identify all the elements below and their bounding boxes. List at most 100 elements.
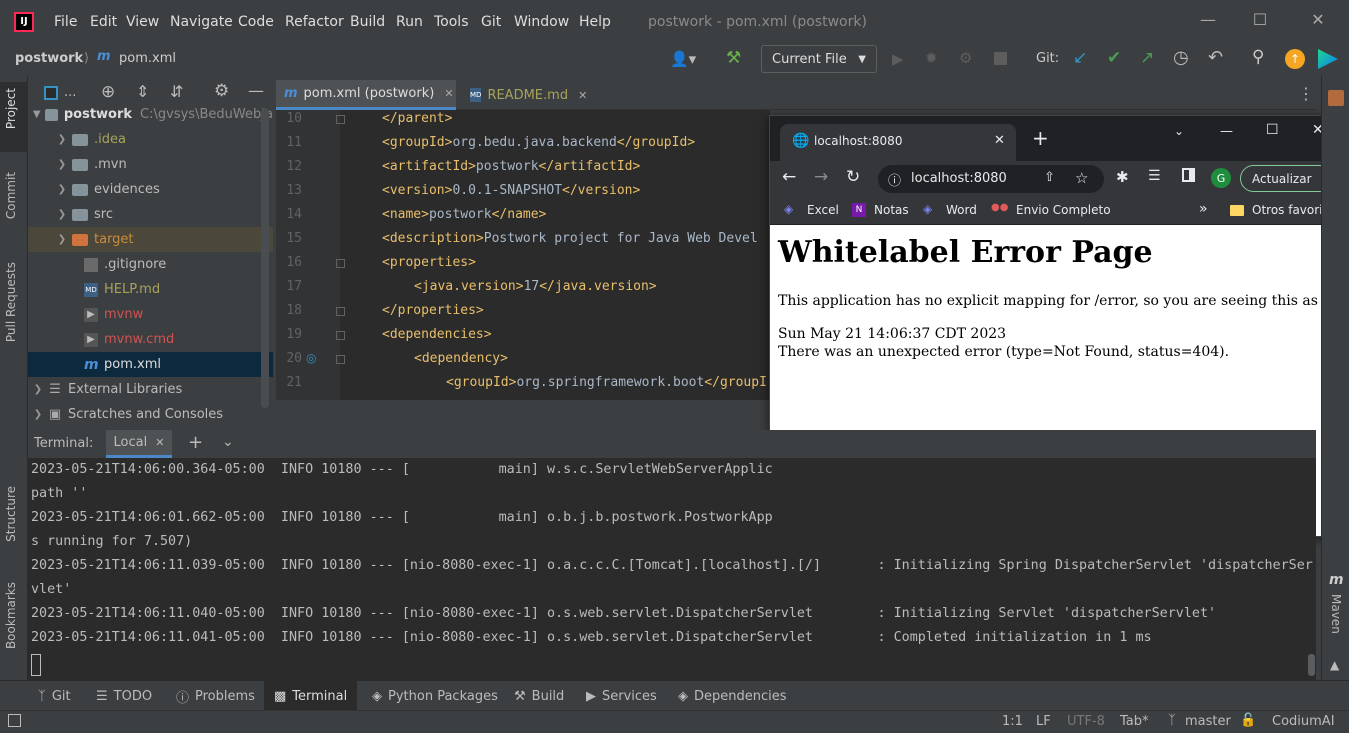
code-editor[interactable]: 10 11 12 13 14 15 16 17 18 19 20 21 ◎ </parent> <grou… (276, 110, 770, 400)
menu-navigate[interactable]: Navigate (170, 14, 233, 30)
close-tab-icon[interactable]: ✕ (578, 89, 587, 102)
chevron-down-icon[interactable]: ▼ (32, 109, 41, 120)
run-icon[interactable]: ▶ (892, 50, 904, 68)
maximize-icon[interactable]: ☐ (1248, 10, 1272, 34)
file-encoding[interactable]: UTF-8 (1067, 714, 1105, 729)
history-icon[interactable]: ◷ (1173, 47, 1189, 68)
breadcrumb-file[interactable]: pom.xml (119, 51, 176, 66)
coverage-icon[interactable]: ⚙ (959, 49, 972, 67)
git-push-icon[interactable]: ↗ (1140, 48, 1154, 68)
menu-view[interactable]: View (126, 14, 159, 30)
close-tab-icon[interactable]: ✕ (155, 436, 164, 449)
profile-avatar[interactable]: G (1211, 168, 1231, 188)
menu-window[interactable]: Window (514, 14, 569, 30)
chevron-right-icon[interactable]: ❯ (56, 234, 68, 245)
lock-icon[interactable]: 🔓 (1240, 713, 1256, 728)
menu-refactor[interactable]: Refactor (285, 14, 344, 30)
tree-item-mvn[interactable]: ❯ .mvn (28, 152, 273, 177)
gutter-marker-icon[interactable]: ◎ (306, 351, 316, 365)
indent-setting[interactable]: Tab* (1120, 714, 1149, 729)
menu-help[interactable]: Help (579, 14, 611, 30)
commit-tab[interactable]: Commit (4, 172, 18, 219)
close-window-icon[interactable]: ✕ (1306, 10, 1330, 34)
tool-git[interactable]: ᛉ Git (28, 681, 81, 711)
debug-icon[interactable]: ✹ (925, 49, 938, 67)
bookmark-star-icon[interactable]: ☆ (1075, 169, 1088, 187)
caret-position[interactable]: 1:1 (1002, 714, 1023, 729)
bookmark-envio-completo[interactable]: Envio Completo (1016, 203, 1111, 217)
pull-requests-tab[interactable]: Pull Requests (4, 262, 18, 342)
more-options-icon[interactable]: ⋮ (1298, 84, 1314, 103)
fold-marker-icon[interactable] (336, 355, 345, 364)
update-browser-button[interactable]: Actualizar ⋮ (1240, 165, 1335, 192)
fold-marker-icon[interactable] (336, 307, 345, 316)
menu-run[interactable]: Run (396, 14, 423, 30)
tab-search-icon[interactable]: ⌄ (1174, 124, 1184, 138)
git-branch[interactable]: master (1185, 714, 1231, 729)
update-available-icon[interactable]: ↑ (1285, 49, 1305, 69)
menu-git[interactable]: Git (481, 14, 501, 30)
git-update-icon[interactable]: ↙ (1073, 48, 1087, 68)
chevron-right-icon[interactable]: ❯ (32, 384, 44, 395)
toolbox-logo-icon[interactable] (1318, 49, 1338, 69)
tool-problems[interactable]: ⓘ Problems (166, 681, 265, 711)
chevron-right-icon[interactable]: ❯ (56, 159, 68, 170)
settings-gear-icon[interactable]: ⚙ (214, 81, 229, 101)
browser-tab[interactable]: 🌐 localhost:8080 ✕ (780, 124, 1016, 161)
chevron-down-icon[interactable]: ⌄ (222, 434, 234, 450)
collapse-all-icon[interactable]: ⇵ (170, 82, 183, 101)
fold-marker-icon[interactable] (336, 259, 345, 268)
fold-marker-icon[interactable] (336, 115, 345, 124)
tree-item-evidences[interactable]: ❯ evidences (28, 177, 273, 202)
build-hammer-icon[interactable]: ⚒ (726, 48, 741, 68)
intellij-logo-icon[interactable]: IJ (14, 12, 34, 32)
menu-file[interactable]: File (54, 14, 77, 30)
reload-icon[interactable]: ↻ (846, 167, 860, 187)
chevron-right-icon[interactable]: ❯ (56, 134, 68, 145)
side-panel-icon[interactable] (1182, 168, 1195, 182)
tree-item-gitignore[interactable]: .gitignore (28, 252, 273, 277)
close-tab-icon[interactable]: ✕ (444, 87, 453, 100)
new-tab-icon[interactable]: + (1032, 126, 1049, 150)
plugin-status[interactable]: CodiumAI (1272, 714, 1335, 729)
search-icon[interactable]: ⚲ (1252, 47, 1264, 67)
maximize-icon[interactable]: ☐ (1266, 122, 1279, 138)
rollback-icon[interactable]: ↶ (1208, 47, 1223, 68)
structure-tab[interactable]: Structure (4, 486, 18, 542)
codium-icon[interactable]: ▲ (1330, 658, 1339, 672)
address-bar[interactable]: ⓘ localhost:8080 ⇧ ☆ (878, 165, 1104, 193)
chevron-right-icon[interactable]: ❯ (56, 209, 68, 220)
tree-item-mvnw-cmd[interactable]: ▶ mvnw.cmd (28, 327, 273, 352)
maven-tab[interactable]: Maven (1329, 594, 1343, 634)
tree-scrollbar[interactable] (261, 108, 269, 408)
terminal-tab-local[interactable]: Local ✕ (106, 430, 172, 458)
tree-item-mvnw[interactable]: ▶ mvnw (28, 302, 273, 327)
menu-edit[interactable]: Edit (90, 14, 117, 30)
tree-item-external-libraries[interactable]: ❯ ☰ External Libraries (28, 377, 273, 402)
git-commit-icon[interactable]: ✔ (1107, 48, 1121, 68)
tool-services[interactable]: ▶ Services (576, 681, 667, 711)
line-separator[interactable]: LF (1036, 714, 1051, 729)
terminal-output[interactable]: 2023-05-21T14:06:00.364-05:00 INFO 10180… (28, 458, 1316, 680)
bookmarks-tab[interactable]: Bookmarks (4, 582, 18, 649)
project-tab[interactable]: Project (4, 88, 18, 129)
share-icon[interactable]: ⇧ (1044, 170, 1055, 185)
tab-readme[interactable]: MD README.md ✕ (462, 80, 587, 110)
tool-python-packages[interactable]: ◈ Python Packages (362, 681, 508, 711)
minimize-icon[interactable]: — (1220, 124, 1233, 139)
tree-item-src[interactable]: ❯ src (28, 202, 273, 227)
chevron-right-icon[interactable]: ❯ (32, 409, 44, 420)
forward-icon[interactable]: → (814, 167, 828, 187)
project-view-icon[interactable] (44, 86, 58, 100)
new-terminal-icon[interactable]: + (188, 432, 203, 453)
terminal-scrollbar[interactable] (1308, 654, 1315, 676)
project-view-label[interactable]: ... (64, 85, 76, 100)
bookmarks-overflow[interactable]: » (1199, 201, 1208, 217)
locate-icon[interactable]: ⊕ (101, 82, 115, 102)
tab-pom-xml[interactable]: m pom.xml (postwork) ✕ (276, 80, 456, 110)
tool-todo[interactable]: ☰ TODO (86, 681, 162, 711)
back-icon[interactable]: ← (782, 167, 796, 187)
fold-marker-icon[interactable] (336, 331, 345, 340)
tree-item-pom-xml[interactable]: m pom.xml (28, 352, 273, 377)
tool-dependencies[interactable]: ◈ Dependencies (668, 681, 797, 711)
